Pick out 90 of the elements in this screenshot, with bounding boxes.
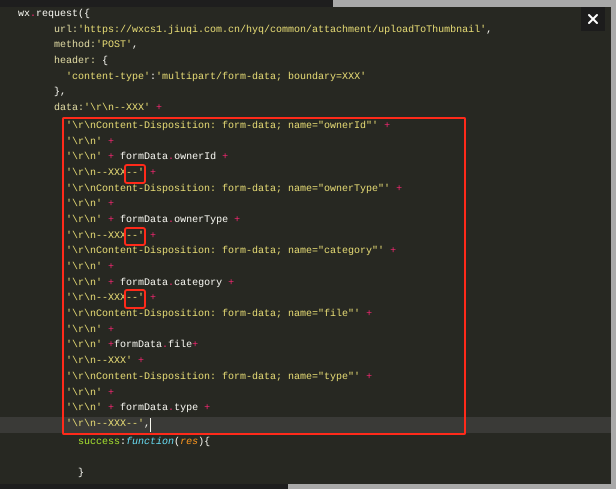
operator: + [149, 292, 156, 306]
operator: + [192, 339, 198, 354]
parameter: res [180, 436, 198, 450]
string-literal: '\r\n' [66, 338, 102, 354]
operator: + [149, 230, 156, 244]
code-text: request({ [36, 8, 90, 22]
object-key: method: [54, 38, 96, 54]
string-literal: '\r\nContent-Disposition: form-data; name="category"' [66, 244, 384, 260]
operator: + [227, 276, 234, 291]
code-text: formData [120, 402, 168, 416]
string-literal: '\r\n--XXX [66, 166, 126, 181]
string-literal: 'POST' [96, 38, 132, 54]
string-literal: 'multipart/form-data; boundary=XXX' [156, 70, 366, 85]
string-literal: '\r\n--XXX' [84, 102, 150, 116]
operator: + [107, 324, 114, 338]
property-name: success [78, 436, 120, 450]
string-literal: '\r\n' [66, 324, 102, 338]
highlighted-string: --' [126, 166, 144, 182]
operator: + [137, 355, 144, 370]
operator: + [107, 402, 116, 416]
code-text: , [486, 24, 492, 38]
operator: + [389, 245, 396, 260]
code-text: } [78, 466, 84, 481]
object-key: header: [54, 54, 96, 70]
keyword: function [126, 436, 174, 450]
code-text: formData [120, 214, 168, 228]
string-literal: 'https://wxcs1.jiuqi.com.cn/hyq/common/attachment/uploadToThumbnail' [78, 24, 486, 38]
code-text: ownerId [174, 150, 216, 166]
highlighted-string: --' [126, 291, 144, 308]
code-text: , [144, 418, 150, 432]
operator: + [383, 120, 390, 134]
code-text: { [101, 54, 108, 70]
code-text: formData [120, 276, 168, 291]
operator: + [203, 402, 210, 416]
operator: + [107, 214, 116, 228]
code-text: formData [120, 150, 168, 166]
operator: + [233, 214, 240, 228]
string-literal: 'content-type' [66, 70, 150, 85]
code-text: ownerType [174, 214, 228, 228]
code-text: }, [54, 86, 66, 100]
code-text: , [132, 39, 138, 54]
close-icon [585, 11, 601, 27]
string-literal: '\r\nContent-Disposition: form-data; name="ownerType"' [66, 182, 390, 197]
string-literal: '\r\n' [66, 402, 102, 416]
operator: + [221, 151, 228, 166]
string-literal: '\r\n' [66, 260, 102, 275]
code-text: category [174, 276, 222, 291]
string-literal: '\r\n' [66, 276, 102, 291]
code-text: : [120, 436, 126, 450]
object-key: data: [54, 101, 84, 117]
operator: + [149, 166, 156, 181]
operator: + [107, 386, 114, 400]
operator: . [168, 151, 174, 166]
code-text: ){ [198, 436, 210, 450]
operator: + [107, 261, 114, 275]
code-text: : [150, 70, 156, 85]
string-literal: '\r\n--XXX--' [66, 418, 144, 432]
operator: + [365, 370, 372, 385]
string-literal: '\r\nContent-Disposition: form-data; name="type"' [66, 370, 360, 385]
string-literal: '\r\n' [66, 214, 102, 228]
string-literal: '\r\n--XXX [66, 292, 126, 306]
operator: . [168, 276, 174, 291]
string-literal: '\r\nContent-Disposition: form-data; name="ownerId"' [66, 120, 378, 134]
operator: . [162, 339, 168, 354]
object-key: url: [54, 22, 78, 38]
string-literal: '\r\n' [66, 386, 102, 400]
operator: . [168, 214, 174, 228]
operator: . [30, 8, 36, 22]
code-text: file [168, 338, 192, 354]
string-literal: '\r\n' [66, 150, 102, 166]
close-button[interactable] [581, 7, 605, 31]
code-text: ( [174, 436, 180, 450]
operator: . [168, 402, 174, 416]
code-text: type [174, 402, 198, 416]
highlighted-string: --' [126, 228, 144, 244]
operator: + [107, 198, 114, 212]
string-literal: '\r\nContent-Disposition: form-data; name="file"' [66, 308, 360, 322]
string-literal: '\r\n--XXX' [66, 354, 132, 370]
operator: + [107, 136, 114, 150]
operator: + [107, 151, 116, 166]
operator: + [365, 308, 372, 322]
operator: + [107, 339, 114, 354]
operator: + [395, 182, 402, 197]
string-literal: '\r\n' [66, 198, 102, 212]
code-text: wx [18, 8, 30, 22]
operator: + [107, 276, 116, 291]
string-literal: '\r\n' [66, 136, 102, 150]
operator: + [155, 102, 162, 116]
code-text: formData [114, 338, 162, 354]
string-literal: '\r\n--XXX [66, 230, 126, 244]
